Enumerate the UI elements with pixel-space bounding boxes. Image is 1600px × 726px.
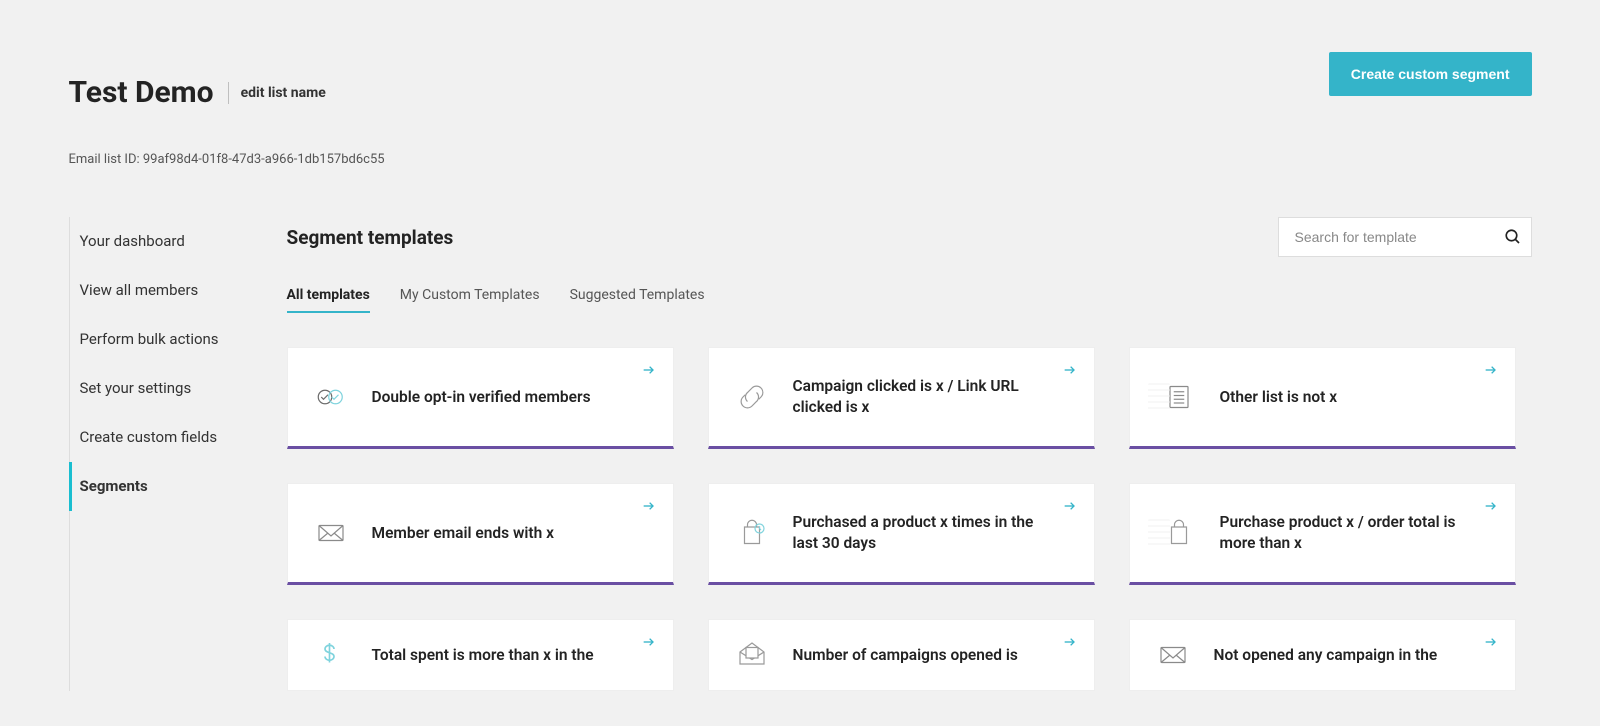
template-card-title: Campaign clicked is x / Link URL clicked…	[793, 376, 1038, 418]
search-input[interactable]	[1278, 217, 1532, 257]
double-check-icon	[308, 374, 354, 420]
template-card-purchased-times[interactable]: Purchased a product x times in the last …	[708, 483, 1095, 585]
tab-my-custom-templates[interactable]: My Custom Templates	[400, 287, 540, 313]
template-card-title: Double opt-in verified members	[372, 387, 591, 408]
template-card-title: Purchase product x / order total is more…	[1220, 512, 1459, 554]
ghost-list-icon	[1148, 519, 1170, 547]
template-card-title: Purchased a product x times in the last …	[793, 512, 1038, 554]
template-card-title: Total spent is more than x in the	[372, 645, 594, 666]
sidebar: Your dashboard View all members Perform …	[69, 217, 287, 691]
sidebar-item-view-all-members[interactable]: View all members	[70, 266, 287, 315]
search-icon	[1504, 228, 1522, 246]
template-card-total-spent[interactable]: Total spent is more than x in the	[287, 619, 674, 691]
template-card-title: Number of campaigns opened is	[793, 645, 1018, 666]
template-card-title: Member email ends with x	[372, 523, 554, 544]
tab-all-templates[interactable]: All templates	[287, 287, 370, 313]
link-icon	[729, 374, 775, 420]
sidebar-item-segments[interactable]: Segments	[69, 462, 287, 511]
dollar-icon	[308, 632, 354, 678]
template-card-title: Not opened any campaign in the	[1214, 645, 1438, 666]
arrow-right-icon	[1062, 362, 1078, 378]
template-card-member-email[interactable]: Member email ends with x	[287, 483, 674, 585]
template-cards: Double opt-in verified members Campaign …	[287, 347, 1532, 691]
edit-list-name-link[interactable]: edit list name	[241, 85, 326, 101]
arrow-right-icon	[641, 498, 657, 514]
template-card-other-list[interactable]: Other list is not x	[1129, 347, 1516, 449]
envelope-icon	[1150, 632, 1196, 678]
template-card-not-opened[interactable]: Not opened any campaign in the	[1129, 619, 1516, 691]
section-title: Segment templates	[287, 226, 454, 249]
template-card-campaign-clicked[interactable]: Campaign clicked is x / Link URL clicked…	[708, 347, 1095, 449]
sidebar-item-set-your-settings[interactable]: Set your settings	[70, 364, 287, 413]
create-custom-segment-button[interactable]: Create custom segment	[1329, 52, 1532, 96]
open-envelope-icon	[729, 632, 775, 678]
tabs: All templates My Custom Templates Sugges…	[287, 287, 1532, 313]
arrow-right-icon	[1483, 498, 1499, 514]
template-card-title: Other list is not x	[1220, 387, 1338, 408]
sidebar-item-create-custom-fields[interactable]: Create custom fields	[70, 413, 287, 462]
arrow-right-icon	[641, 362, 657, 378]
tab-suggested-templates[interactable]: Suggested Templates	[570, 287, 705, 313]
sidebar-item-perform-bulk-actions[interactable]: Perform bulk actions	[70, 315, 287, 364]
template-card-double-opt-in[interactable]: Double opt-in verified members	[287, 347, 674, 449]
arrow-right-icon	[1062, 634, 1078, 650]
template-card-purchase-total[interactable]: Purchase product x / order total is more…	[1129, 483, 1516, 585]
sidebar-item-your-dashboard[interactable]: Your dashboard	[70, 217, 287, 266]
email-list-id: Email list ID: 99af98d4-01f8-47d3-a966-1…	[69, 152, 1532, 167]
envelope-icon	[308, 510, 354, 556]
ghost-list-icon	[1148, 383, 1170, 411]
arrow-right-icon	[1483, 634, 1499, 650]
template-card-campaigns-opened[interactable]: Number of campaigns opened is	[708, 619, 1095, 691]
shopping-bag-clock-icon	[729, 510, 775, 556]
arrow-right-icon	[641, 634, 657, 650]
arrow-right-icon	[1062, 498, 1078, 514]
page-title: Test Demo	[69, 75, 214, 110]
arrow-right-icon	[1483, 362, 1499, 378]
title-divider	[228, 82, 229, 104]
